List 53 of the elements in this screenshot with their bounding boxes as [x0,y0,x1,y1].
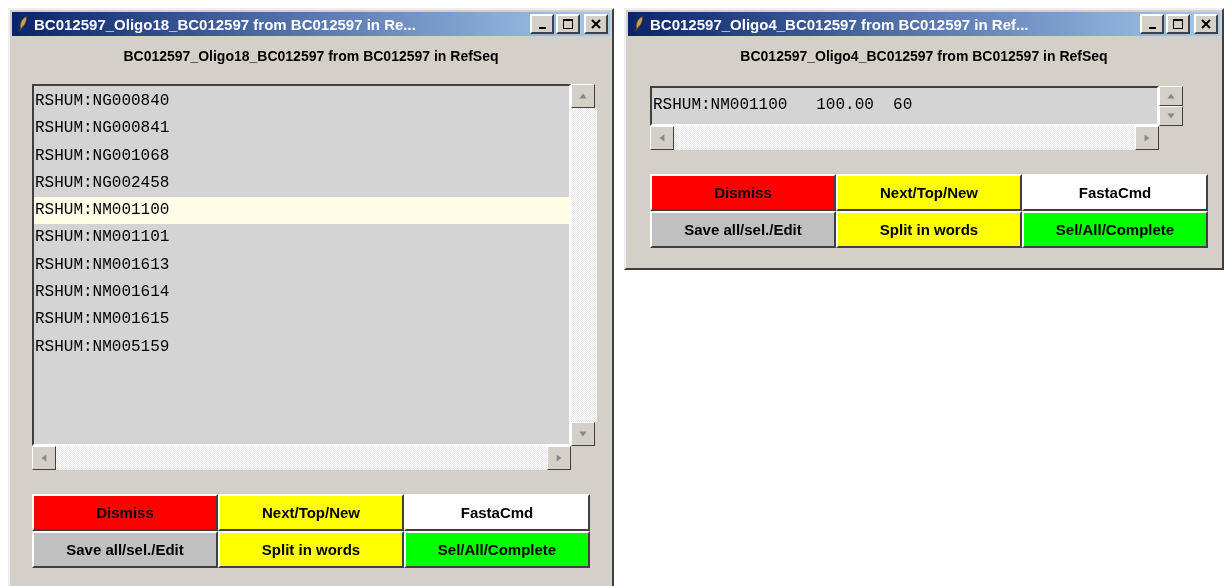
action-button[interactable]: Next/Top/New [218,494,404,531]
list-item[interactable]: RSHUM:NM001100 100.00 60 [652,90,1157,120]
maximize-button[interactable] [1166,14,1190,34]
window-title: BC012597_Oligo4_BC012597 from BC012597 in Ref... [650,15,1030,33]
maximize-button[interactable] [556,14,580,34]
list-item[interactable]: RSHUM:NG001068 [34,142,569,170]
horizontal-scrollbar[interactable] [650,126,1159,150]
feather-icon [634,15,644,33]
action-button[interactable]: FastaCmd [1022,174,1208,211]
close-button[interactable] [1194,14,1218,34]
window-title: BC012597_Oligo18_BC012597 from BC012597 in Re... [34,15,417,33]
list-item[interactable]: RSHUM:NG000840 [34,88,569,116]
list-item[interactable]: RSHUM:NM001613 [34,251,569,280]
close-button[interactable] [584,14,608,34]
scroll-left-button[interactable] [650,126,674,150]
scroll-up-button[interactable] [1159,86,1183,106]
list-item[interactable]: RSHUM:NM001614 [34,279,569,307]
action-button[interactable]: Sel/All/Complete [1022,211,1208,248]
scroll-down-button[interactable] [1159,106,1183,126]
list-item[interactable]: RSHUM:NM005159 [34,333,569,361]
action-button[interactable]: Dismiss [650,174,836,211]
list-item[interactable]: RSHUM:NM001101 [34,224,569,252]
action-button[interactable]: Sel/All/Complete [404,531,590,568]
scroll-up-button[interactable] [571,84,595,108]
vertical-scrollbar[interactable] [1159,86,1185,126]
minimize-button[interactable] [1140,14,1164,34]
list-item[interactable]: RSHUM:NG002458 [34,169,569,198]
maximize-icon [561,18,575,30]
action-button[interactable]: FastaCmd [404,494,590,531]
maximize-icon [1171,18,1185,30]
window-heading: BC012597_Oligo4_BC012597 from BC012597 in RefSeq [739,48,1109,64]
scroll-down-button[interactable] [571,422,595,446]
vertical-scrollbar[interactable] [571,84,597,446]
list-item[interactable]: RSHUM:NG000841 [34,115,569,143]
action-button[interactable]: Split in words [836,211,1022,248]
close-icon [1199,18,1213,30]
scroll-right-button[interactable] [1135,126,1159,150]
feather-icon [18,15,28,33]
scroll-left-button[interactable] [32,446,56,470]
minimize-button[interactable] [530,14,554,34]
minimize-icon [538,27,546,29]
horizontal-scrollbar[interactable] [32,446,571,470]
list-item[interactable]: RSHUM:NM001100 [34,197,569,225]
list-item[interactable]: RSHUM:NM001615 [34,306,569,334]
action-button[interactable]: Save all/sel./Edit [650,211,836,248]
action-button[interactable]: Dismiss [32,494,218,531]
minimize-icon [1148,27,1156,29]
action-button[interactable]: Split in words [218,531,404,568]
window-heading: BC012597_Oligo18_BC012597 from BC012597 in RefSeq [122,48,500,64]
action-button[interactable]: Save all/sel./Edit [32,531,218,568]
close-icon [589,18,603,30]
scroll-right-button[interactable] [547,446,571,470]
action-button[interactable]: Next/Top/New [836,174,1022,211]
